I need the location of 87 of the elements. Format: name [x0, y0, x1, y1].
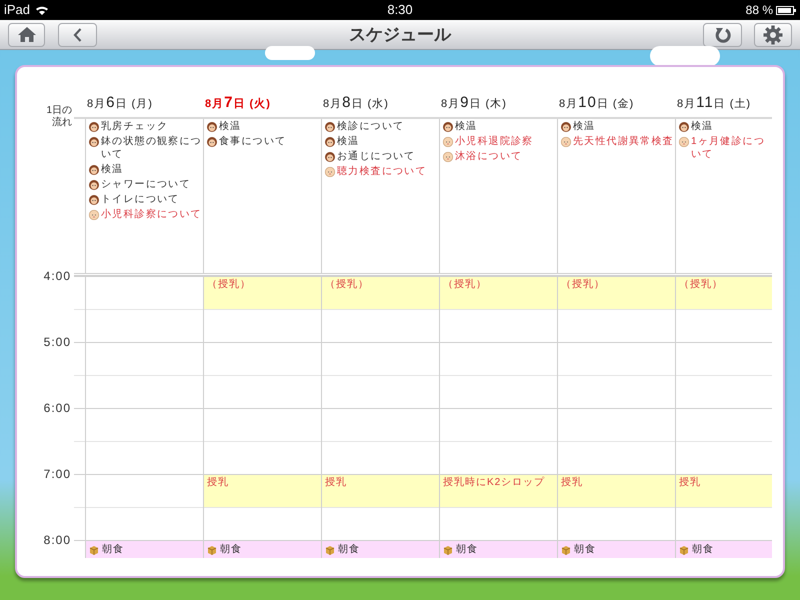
- box-icon: [679, 545, 689, 555]
- schedule-note[interactable]: 検温: [219, 120, 242, 133]
- baby-face-icon: [443, 152, 453, 162]
- box-icon: [325, 545, 335, 555]
- woman-face-icon: [679, 122, 689, 132]
- feeding-event[interactable]: （授乳）: [676, 277, 772, 310]
- woman-face-icon: [443, 122, 453, 132]
- hour-label: 5:00: [44, 335, 71, 349]
- day-header: 8月 10 日 (金): [559, 93, 634, 113]
- baby-face-icon: [325, 167, 335, 177]
- feeding-event[interactable]: 授乳: [558, 475, 675, 508]
- feeding-event[interactable]: 授乳: [676, 475, 772, 508]
- box-icon: [89, 545, 99, 555]
- feeding-event[interactable]: （授乳）: [204, 277, 321, 310]
- day-header: 8月 7 日 (火): [205, 93, 271, 113]
- baby-face-icon: [443, 137, 453, 147]
- page-title: スケジュール: [349, 24, 451, 46]
- cloud-drawing: [265, 46, 315, 60]
- device-name: iPad: [4, 1, 30, 20]
- schedule-note[interactable]: お通じについて: [337, 150, 416, 163]
- schedule-note[interactable]: 小児科退院診察: [455, 135, 534, 148]
- schedule-note[interactable]: 検温: [573, 120, 596, 133]
- meal-event[interactable]: 朝食: [676, 541, 772, 558]
- woman-face-icon: [89, 165, 99, 175]
- refresh-icon: [714, 26, 732, 44]
- meal-event[interactable]: 朝食: [86, 541, 203, 558]
- feeding-event[interactable]: （授乳）: [322, 277, 439, 310]
- schedule-note[interactable]: 沐浴について: [455, 150, 522, 163]
- feeding-event[interactable]: （授乳）: [440, 277, 557, 310]
- baby-face-icon: [679, 137, 689, 147]
- woman-face-icon: [89, 122, 99, 132]
- settings-button[interactable]: [754, 22, 792, 46]
- woman-face-icon: [89, 180, 99, 190]
- feeding-event[interactable]: （授乳）: [558, 277, 675, 310]
- refresh-button[interactable]: [703, 22, 742, 46]
- schedule-note[interactable]: 検温: [455, 120, 478, 133]
- schedule-note[interactable]: 小児科診察について: [101, 208, 202, 221]
- baby-face-icon: [561, 137, 571, 147]
- schedule-note[interactable]: 検温: [691, 120, 714, 133]
- box-icon: [561, 545, 571, 555]
- schedule-note[interactable]: シャワーについて: [101, 178, 191, 191]
- meal-event[interactable]: 朝食: [204, 541, 321, 558]
- feeding-event[interactable]: 授乳時にK2シロップ: [440, 475, 557, 508]
- box-icon: [207, 545, 217, 555]
- home-button[interactable]: [8, 22, 45, 46]
- day-header: 8月 6 日 (月): [87, 93, 153, 113]
- schedule-note[interactable]: トイレについて: [101, 193, 180, 206]
- hour-label: 6:00: [44, 401, 71, 415]
- woman-face-icon: [89, 195, 99, 205]
- schedule-note[interactable]: 1ヶ月健診について: [691, 135, 771, 161]
- status-time: 8:30: [387, 1, 413, 20]
- woman-face-icon: [325, 122, 335, 132]
- hour-label: 4:00: [44, 269, 71, 283]
- woman-face-icon: [561, 122, 571, 132]
- wifi-icon: [35, 5, 50, 15]
- day-header: 8月 8 日 (水): [323, 93, 389, 113]
- meal-event[interactable]: 朝食: [322, 541, 439, 558]
- feeding-event[interactable]: 授乳: [204, 475, 321, 508]
- battery-percent: 88 %: [746, 2, 773, 19]
- hour-label: 7:00: [44, 467, 71, 481]
- woman-face-icon: [325, 137, 335, 147]
- schedule-note[interactable]: 鉢の状態の観察について: [101, 135, 202, 161]
- chevron-left-icon: [73, 28, 82, 42]
- feeding-event[interactable]: 授乳: [322, 475, 439, 508]
- woman-face-icon: [207, 122, 217, 132]
- woman-face-icon: [325, 152, 335, 162]
- flow-label: 1日の流れ: [46, 105, 72, 129]
- schedule-note[interactable]: 検温: [101, 163, 124, 176]
- box-icon: [443, 545, 453, 555]
- schedule-note[interactable]: 乳房チェック: [101, 120, 168, 133]
- schedule-note[interactable]: 検温: [337, 135, 360, 148]
- woman-face-icon: [89, 137, 99, 147]
- schedule-note[interactable]: 検診について: [337, 120, 404, 133]
- day-header: 8月 9 日 (木): [441, 93, 507, 113]
- schedule-note[interactable]: 先天性代謝異常検査: [573, 135, 674, 148]
- meal-event[interactable]: 朝食: [558, 541, 675, 558]
- battery-icon: [776, 6, 796, 14]
- meal-event[interactable]: 朝食: [440, 541, 557, 558]
- back-button[interactable]: [58, 22, 97, 46]
- schedule-note[interactable]: 聴力検査について: [337, 165, 427, 178]
- settings-icon: [763, 24, 783, 44]
- schedule-note[interactable]: 食事について: [219, 135, 286, 148]
- day-header: 8月 11 日 (土): [677, 93, 752, 113]
- baby-face-icon: [89, 210, 99, 220]
- hour-label: 8:00: [44, 533, 71, 547]
- home-icon: [18, 27, 36, 42]
- woman-face-icon: [207, 137, 217, 147]
